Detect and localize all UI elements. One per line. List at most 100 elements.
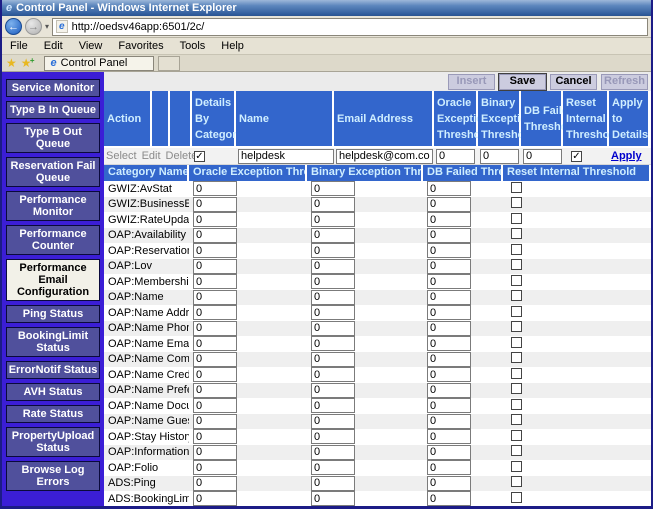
reset-internal-checkbox[interactable] xyxy=(511,461,522,472)
save-button[interactable]: Save xyxy=(499,74,546,90)
oracle-threshold-input[interactable] xyxy=(193,290,237,305)
binary-threshold-input[interactable] xyxy=(311,321,355,336)
reset-internal-checkbox[interactable] xyxy=(511,228,522,239)
menu-edit[interactable]: Edit xyxy=(36,40,71,52)
menu-file[interactable]: File xyxy=(2,40,36,52)
db-failed-threshold-input[interactable] xyxy=(427,228,471,243)
sidebar-item-avh-status[interactable]: AVH Status xyxy=(6,383,100,401)
db-failed-threshold-input[interactable] xyxy=(427,181,471,196)
sidebar-item-bookinglimit-status[interactable]: BookingLimit Status xyxy=(6,327,100,357)
db-failed-threshold-input[interactable] xyxy=(427,243,471,258)
menu-favorites[interactable]: Favorites xyxy=(110,40,171,52)
menu-tools[interactable]: Tools xyxy=(172,40,214,52)
menu-view[interactable]: View xyxy=(71,40,111,52)
db-failed-threshold-input[interactable] xyxy=(427,305,471,320)
binary-threshold-input[interactable] xyxy=(311,243,355,258)
select-link[interactable]: Select xyxy=(106,150,137,162)
db-failed-threshold-input[interactable] xyxy=(427,445,471,460)
sidebar-item-performance-counter[interactable]: Performance Counter xyxy=(6,225,100,255)
sidebar-item-type-b-out-queue[interactable]: Type B Out Queue xyxy=(6,123,100,153)
reset-internal-checkbox[interactable] xyxy=(511,259,522,270)
sidebar-item-type-b-in-queue[interactable]: Type B In Queue xyxy=(6,101,100,119)
forward-button[interactable]: → xyxy=(25,18,42,35)
binary-threshold-input[interactable] xyxy=(311,460,355,475)
sidebar-item-rate-status[interactable]: Rate Status xyxy=(6,405,100,423)
reset-internal-checkbox[interactable] xyxy=(511,244,522,255)
reset-internal-checkbox[interactable] xyxy=(511,445,522,456)
reset-internal-checkbox[interactable] xyxy=(511,197,522,208)
reset-internal-checkbox[interactable] xyxy=(511,399,522,410)
details-by-category-checkbox[interactable]: ✓ xyxy=(194,151,205,162)
tab-control-panel[interactable]: e Control Panel xyxy=(44,56,154,71)
add-favorite-icon[interactable]: ★+ xyxy=(21,57,32,69)
oracle-threshold-input[interactable] xyxy=(193,383,237,398)
binary-threshold-input[interactable] xyxy=(311,352,355,367)
binary-threshold-input[interactable] xyxy=(311,259,355,274)
binary-threshold-input[interactable] xyxy=(311,212,355,227)
db-failed-threshold-input[interactable] xyxy=(427,352,471,367)
binary-threshold-input[interactable] xyxy=(311,367,355,382)
reset-internal-checkbox[interactable] xyxy=(511,476,522,487)
db-failed-threshold-input[interactable] xyxy=(427,476,471,491)
reset-internal-checkbox[interactable] xyxy=(511,213,522,224)
binary-threshold-input[interactable] xyxy=(311,491,355,506)
oracle-threshold-input[interactable] xyxy=(193,460,237,475)
url-input[interactable]: e http://oedsv46app:6501/2c/ xyxy=(52,18,648,36)
oracle-threshold-input[interactable] xyxy=(193,274,237,289)
db-failed-threshold-input[interactable] xyxy=(427,398,471,413)
oracle-threshold-input[interactable] xyxy=(193,491,237,506)
db-failed-threshold-input[interactable] xyxy=(427,383,471,398)
binary-threshold-input[interactable] xyxy=(311,290,355,305)
oracle-threshold-input[interactable] xyxy=(193,305,237,320)
oracle-threshold-input[interactable] xyxy=(436,149,475,164)
sidebar-item-errornotif-status[interactable]: ErrorNotif Status xyxy=(6,361,100,379)
reset-internal-checkbox[interactable]: ✓ xyxy=(571,151,582,162)
db-failed-threshold-input[interactable] xyxy=(427,197,471,212)
oracle-threshold-input[interactable] xyxy=(193,414,237,429)
oracle-threshold-input[interactable] xyxy=(193,445,237,460)
binary-threshold-input[interactable] xyxy=(311,181,355,196)
binary-threshold-input[interactable] xyxy=(311,414,355,429)
oracle-threshold-input[interactable] xyxy=(193,367,237,382)
reset-internal-checkbox[interactable] xyxy=(511,430,522,441)
db-failed-threshold-input[interactable] xyxy=(427,367,471,382)
db-failed-threshold-input[interactable] xyxy=(427,414,471,429)
binary-threshold-input[interactable] xyxy=(311,476,355,491)
reset-internal-checkbox[interactable] xyxy=(511,414,522,425)
db-failed-threshold-input[interactable] xyxy=(427,429,471,444)
sidebar-item-reservation-fail-queue[interactable]: Reservation Fail Queue xyxy=(6,157,100,187)
new-tab-button[interactable] xyxy=(158,56,180,71)
sidebar-item-performance-monitor[interactable]: Performance Monitor xyxy=(6,191,100,221)
binary-threshold-input[interactable] xyxy=(311,228,355,243)
reset-internal-checkbox[interactable] xyxy=(511,182,522,193)
db-failed-threshold-input[interactable] xyxy=(427,321,471,336)
back-button[interactable]: ← xyxy=(5,18,22,35)
sidebar-item-ping-status[interactable]: Ping Status xyxy=(6,305,100,323)
binary-threshold-input[interactable] xyxy=(311,445,355,460)
oracle-threshold-input[interactable] xyxy=(193,197,237,212)
oracle-threshold-input[interactable] xyxy=(193,259,237,274)
reset-internal-checkbox[interactable] xyxy=(511,306,522,317)
oracle-threshold-input[interactable] xyxy=(193,212,237,227)
oracle-threshold-input[interactable] xyxy=(193,429,237,444)
history-dropdown-icon[interactable]: ▾ xyxy=(45,22,49,31)
db-failed-threshold-input[interactable] xyxy=(523,149,562,164)
oracle-threshold-input[interactable] xyxy=(193,181,237,196)
favorites-icon[interactable]: ★ xyxy=(6,57,17,69)
oracle-threshold-input[interactable] xyxy=(193,336,237,351)
oracle-threshold-input[interactable] xyxy=(193,228,237,243)
reset-internal-checkbox[interactable] xyxy=(511,337,522,348)
reset-internal-checkbox[interactable] xyxy=(511,383,522,394)
oracle-threshold-input[interactable] xyxy=(193,321,237,336)
refresh-button[interactable]: Refresh xyxy=(601,74,648,90)
binary-threshold-input[interactable] xyxy=(311,398,355,413)
sidebar-item-browse-log-errors[interactable]: Browse Log Errors xyxy=(6,461,100,491)
oracle-threshold-input[interactable] xyxy=(193,243,237,258)
db-failed-threshold-input[interactable] xyxy=(427,491,471,506)
db-failed-threshold-input[interactable] xyxy=(427,336,471,351)
sidebar-item-performance-email-configuration[interactable]: Performance Email Configuration xyxy=(6,259,100,301)
binary-threshold-input[interactable] xyxy=(311,383,355,398)
db-failed-threshold-input[interactable] xyxy=(427,290,471,305)
oracle-threshold-input[interactable] xyxy=(193,476,237,491)
menu-help[interactable]: Help xyxy=(213,40,252,52)
